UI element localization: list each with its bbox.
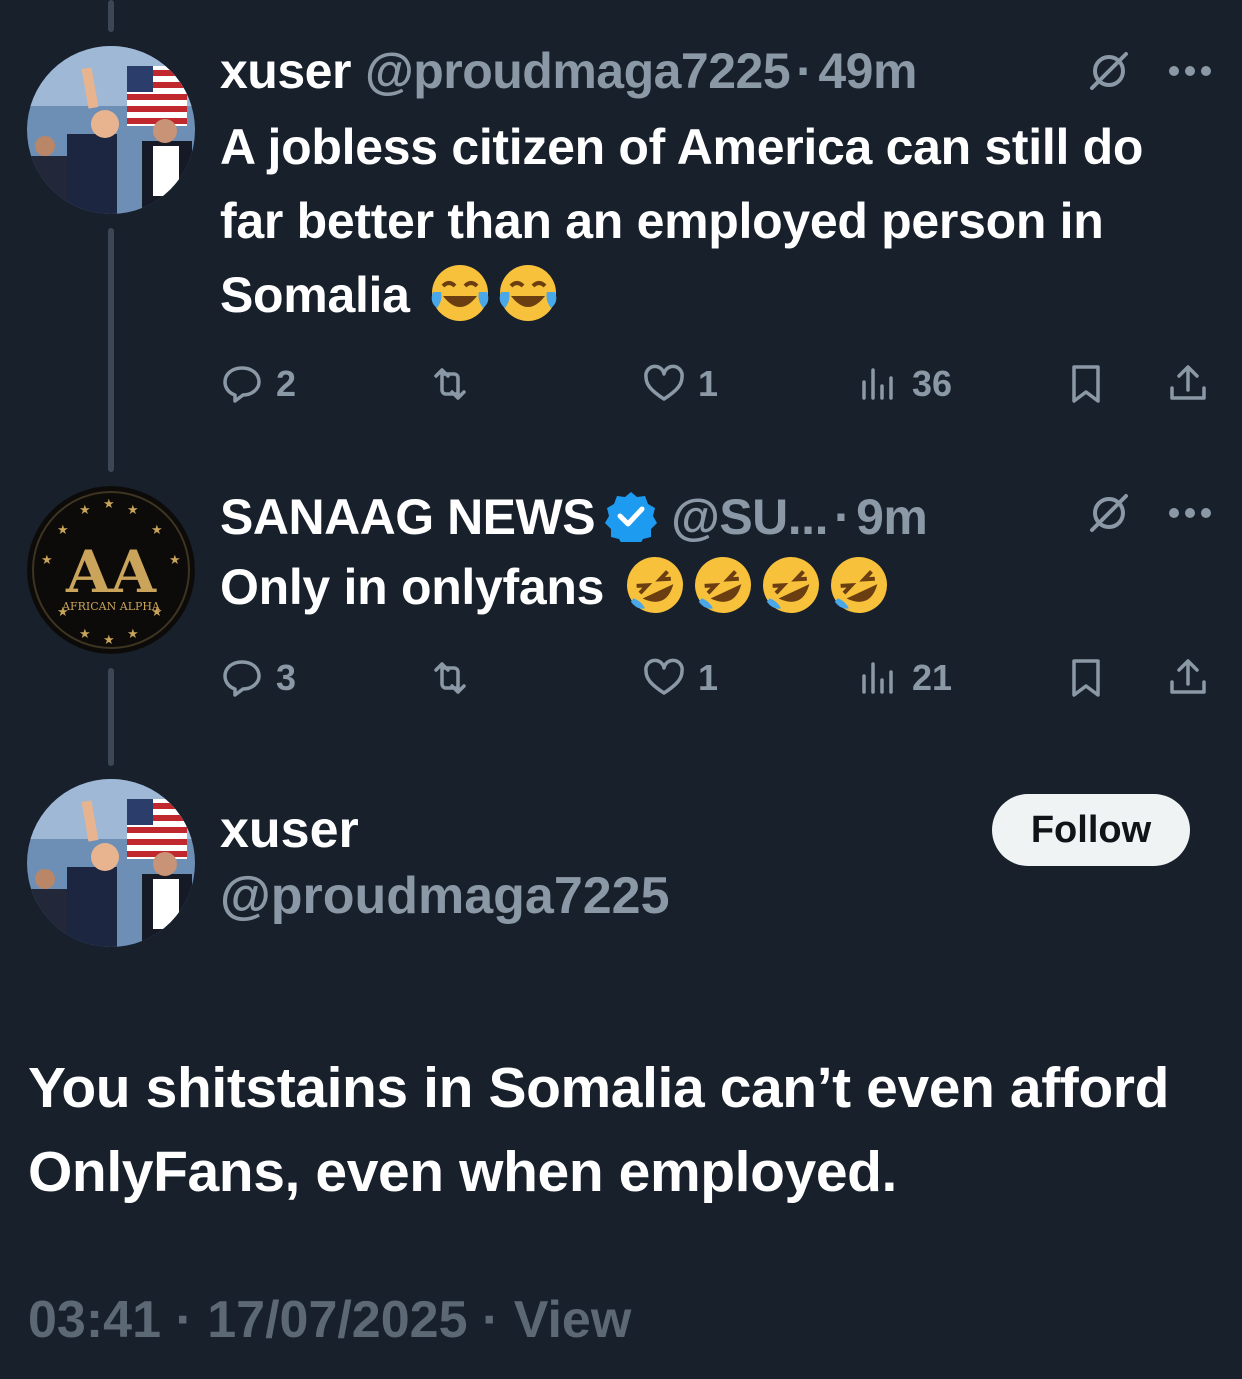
grok-icon[interactable]	[1086, 48, 1132, 94]
repost-button[interactable]	[428, 648, 484, 708]
face-with-tears-of-joy-icon	[499, 265, 557, 321]
heart-icon	[644, 658, 684, 695]
user-handle[interactable]: @SU...	[671, 488, 828, 546]
reply-count: 3	[276, 657, 297, 698]
share-icon	[1170, 365, 1206, 400]
grok-icon[interactable]	[1086, 490, 1132, 536]
views-count: 36	[912, 363, 953, 404]
separator-dot: ·	[481, 1291, 500, 1349]
face-with-tears-of-joy-icon	[431, 265, 489, 321]
reply-icon	[223, 366, 261, 403]
avatar-photo	[27, 779, 195, 947]
rolling-on-floor-laughing-icon	[762, 557, 819, 613]
thread-line	[108, 228, 114, 472]
repost-icon	[434, 368, 466, 400]
svg-text:★: ★	[103, 497, 115, 512]
thread-line	[108, 668, 114, 766]
share-button[interactable]	[1166, 354, 1210, 414]
svg-text:★: ★	[57, 523, 69, 538]
thread-line	[108, 0, 114, 32]
svg-text:★: ★	[151, 523, 163, 538]
rolling-on-floor-laughing-icon	[626, 557, 683, 613]
tweet-text: Only in onlyfans	[220, 550, 1210, 624]
rolling-on-floor-laughing-icon	[694, 557, 751, 613]
display-name[interactable]: xuser	[220, 800, 359, 860]
svg-text:★: ★	[103, 633, 115, 648]
svg-text:★: ★	[41, 553, 53, 568]
reply-button[interactable]: 3	[220, 648, 296, 708]
bookmark-icon	[1072, 365, 1100, 403]
repost-icon	[434, 662, 466, 694]
repost-button[interactable]	[428, 354, 484, 414]
views-count: 21	[912, 657, 953, 698]
reply-icon	[223, 660, 261, 697]
share-button[interactable]	[1166, 648, 1210, 708]
tweet-text: A jobless citizen of America can still d…	[220, 110, 1210, 332]
avatar[interactable]: ★ ★ ★ ★ ★ ★ ★ ★ ★ ★ ★ ★ AA AFRICAN ALPHA	[27, 486, 195, 654]
svg-text:★: ★	[79, 503, 91, 518]
tweet-meta: 03:41 · 17/07/2025 · View	[28, 1290, 631, 1350]
svg-text:★: ★	[127, 503, 139, 518]
rolling-on-floor-laughing-icon	[830, 557, 887, 613]
tweet-time[interactable]: 9m	[856, 488, 928, 546]
tweet-time[interactable]: 49m	[818, 42, 917, 100]
view-link[interactable]: View	[514, 1291, 632, 1349]
views-icon	[862, 368, 893, 400]
svg-text:★: ★	[127, 627, 139, 642]
tweet-body: A jobless citizen of America can still d…	[220, 119, 1144, 323]
like-count: 1	[698, 363, 719, 404]
views-icon	[862, 662, 893, 694]
thread-view: xuser @proudmaga7225 · 49m A jobless cit…	[0, 0, 1242, 1379]
tweet-body: Only in onlyfans	[220, 559, 605, 615]
user-handle[interactable]: @proudmaga7225	[365, 42, 791, 100]
display-name[interactable]: SANAAG NEWS	[220, 488, 596, 546]
action-bar: 2 1 36	[220, 354, 1215, 414]
share-icon	[1170, 659, 1206, 694]
avatar[interactable]	[27, 779, 195, 947]
svg-text:★: ★	[79, 627, 91, 642]
separator-dot: ·	[175, 1291, 193, 1349]
avatar-logo-caption: AFRICAN ALPHA	[61, 600, 161, 613]
bookmark-button[interactable]	[1064, 648, 1108, 708]
action-bar: 3 1 21	[220, 648, 1215, 708]
avatar-logo-initials: AA	[65, 538, 157, 606]
like-count: 1	[698, 657, 719, 698]
avatar-photo	[27, 46, 195, 214]
heart-icon	[644, 364, 684, 401]
like-button[interactable]: 1	[642, 648, 718, 708]
separator-dot: ·	[833, 489, 851, 545]
verified-badge-icon	[605, 492, 658, 542]
reply-button[interactable]: 2	[220, 354, 296, 414]
more-options-icon[interactable]	[1168, 64, 1212, 78]
svg-text:★: ★	[169, 553, 181, 568]
views-button[interactable]: 21	[856, 648, 952, 708]
views-button[interactable]: 36	[856, 354, 952, 414]
tweet-date[interactable]: 17/07/2025	[207, 1291, 467, 1349]
tweet-header: xuser @proudmaga7225 · 49m	[220, 42, 917, 100]
bookmark-button[interactable]	[1064, 354, 1108, 414]
bookmark-icon	[1072, 659, 1100, 697]
tweet-text: You shitstains in Somalia can’t even aff…	[28, 1056, 1170, 1204]
tweet-time[interactable]: 03:41	[28, 1291, 161, 1349]
separator-dot: ·	[796, 43, 813, 99]
like-button[interactable]: 1	[642, 354, 718, 414]
avatar[interactable]	[27, 46, 195, 214]
reply-count: 2	[276, 363, 297, 404]
tweet-header: SANAAG NEWS @SU... · 9m	[220, 482, 928, 546]
more-options-icon[interactable]	[1168, 506, 1212, 520]
follow-button[interactable]: Follow	[992, 794, 1190, 866]
display-name[interactable]: xuser	[220, 42, 351, 100]
avatar-logo: ★ ★ ★ ★ ★ ★ ★ ★ ★ ★ ★ ★ AA AFRICAN ALPHA	[27, 486, 195, 654]
user-handle[interactable]: @proudmaga7225	[220, 866, 670, 926]
